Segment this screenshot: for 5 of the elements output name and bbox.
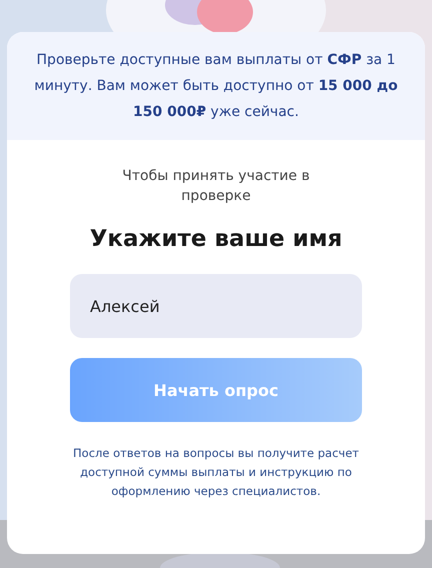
footnote: После ответов на вопросы вы получите расчет доступной суммы выплаты и инструкцию по оформлению через специалистов.	[72, 445, 360, 500]
banner-text: Проверьте доступные вам выплаты от СФР за 1 минуту. Вам может быть доступно от 15 000 до 150 000₽ уже сейчас.	[33, 51, 399, 122]
heading: Укажите ваше имя	[90, 225, 342, 254]
subtitle: Чтобы принять участие в проверке	[121, 167, 311, 206]
name-field[interactable]: Алексей	[70, 274, 362, 338]
